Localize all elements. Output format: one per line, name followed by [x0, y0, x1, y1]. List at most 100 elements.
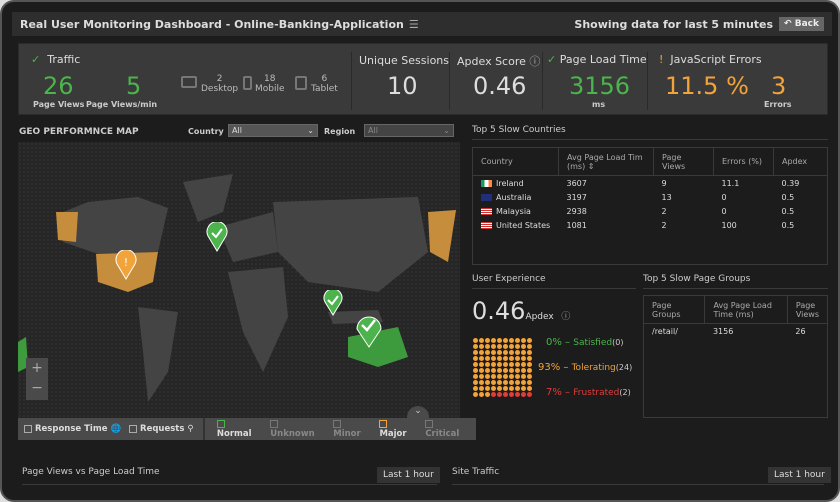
chevron-down-icon: ⌄: [443, 126, 450, 135]
satisfied-count: (0): [612, 338, 624, 347]
apdex-dot: [484, 379, 490, 385]
back-button[interactable]: ↶ Back: [779, 17, 824, 31]
table-row[interactable]: Ireland 3607 9 11.1 0.39: [473, 176, 828, 191]
satisfied-pct: 0%: [546, 337, 562, 348]
col-header[interactable]: Page Groups: [643, 295, 706, 324]
col-header[interactable]: Avg Page Load Tim (ms) ⇕: [558, 147, 654, 176]
apdex-dot: [514, 379, 520, 385]
page-views-chart-title: Page Views vs Page Load Time: [22, 467, 160, 477]
table-row[interactable]: Australia 3197 13 0 0.5: [473, 190, 828, 204]
chart1-range-button[interactable]: Last 1 hour: [377, 467, 440, 483]
table-cell: 26: [795, 326, 806, 336]
apdex-dot: [472, 373, 478, 379]
table-cell: /retail/: [652, 326, 678, 336]
apdex-dot: [502, 385, 508, 391]
apdex-dot: [520, 337, 526, 343]
apdex-dot: [496, 349, 502, 355]
australia-marker-icon[interactable]: [355, 312, 383, 348]
load-label: Page Load Time: [559, 53, 647, 66]
normal-label: Normal: [216, 429, 252, 439]
flag-icon: [481, 179, 492, 187]
world-map[interactable]: !: [18, 142, 460, 418]
kpi-panel: ✓ Traffic 26 Page Views 5 Page Views/min…: [18, 43, 828, 115]
col-header[interactable]: Errors (%): [713, 147, 774, 176]
col-header[interactable]: Avg Page Load Time (ms): [704, 295, 788, 324]
table-row[interactable]: United States 1081 2 100 0.5: [473, 218, 828, 232]
mobile-icon: [243, 76, 252, 90]
table-row[interactable]: Malaysia 2938 2 0 0.5: [473, 204, 828, 218]
apdex-dot: [526, 361, 532, 367]
tablet-icon: [295, 76, 307, 90]
major-filter[interactable]: Major: [379, 419, 417, 439]
apdex-dot: [526, 349, 532, 355]
globe-icon: 🌐: [110, 424, 122, 434]
apdex-dot: [520, 385, 526, 391]
info-icon[interactable]: ⓘ: [529, 55, 540, 68]
flag-icon: [481, 193, 492, 201]
apdex-dot: [514, 373, 520, 379]
table-cell: Ireland: [473, 176, 559, 191]
zoom-out-button[interactable]: −: [26, 378, 48, 398]
col-header[interactable]: Page Views: [653, 147, 714, 176]
apdex-dot: [526, 391, 532, 397]
col-header[interactable]: Country: [472, 147, 559, 176]
apdex-dot: [484, 349, 490, 355]
apdex-dot: [508, 379, 514, 385]
normal-filter[interactable]: Normal: [216, 419, 262, 439]
tablet-count: 6: [321, 74, 328, 84]
response-time-label: Response Time: [35, 424, 108, 434]
col-header[interactable]: Page Views: [787, 295, 828, 324]
cell-text: 3197: [566, 192, 587, 202]
apdex-dot: [526, 343, 532, 349]
critical-filter[interactable]: Critical: [425, 419, 470, 439]
requests-label: Requests: [140, 424, 185, 434]
table-cell: 0: [714, 190, 774, 204]
apdex-dot: [490, 367, 496, 373]
apdex-dot: [502, 343, 508, 349]
apdex-dot: [526, 337, 532, 343]
response-time-toggle[interactable]: Response Time 🌐: [24, 424, 121, 434]
apdex-dot: [502, 355, 508, 361]
col-header[interactable]: Apdex: [773, 147, 828, 176]
country-select[interactable]: All ⌄: [228, 124, 318, 137]
minor-filter[interactable]: Minor: [333, 419, 371, 439]
zoom-in-button[interactable]: +: [26, 358, 48, 378]
usa-warning-marker-icon[interactable]: !: [115, 250, 137, 280]
apdex-dot: [496, 337, 502, 343]
apdex-dot: [496, 355, 502, 361]
table-cell: 100: [714, 218, 774, 232]
cell-text: 0.5: [781, 220, 795, 230]
chart2-range-button[interactable]: Last 1 hour: [768, 467, 831, 483]
table-cell: 3197: [559, 190, 654, 204]
ireland-marker-icon[interactable]: [206, 222, 228, 252]
region-select[interactable]: All ⌄: [364, 124, 454, 137]
frustrated-label: Frustrated: [573, 388, 620, 398]
cell-text: 13: [661, 192, 672, 202]
apdex-dot: [472, 385, 478, 391]
warning-icon: !: [659, 53, 664, 66]
info-icon[interactable]: ⓘ: [561, 312, 570, 322]
apdex-dot: [496, 391, 502, 397]
js-errors-kpi: ! JavaScript Errors 11.5 % 3 Errors: [659, 44, 819, 116]
requests-toggle[interactable]: Requests ⚲: [129, 424, 194, 434]
apdex-dot: [484, 391, 490, 397]
table-row[interactable]: /retail/3156 26: [644, 324, 828, 339]
apdex-dot: [490, 337, 496, 343]
tolerating-count: (24): [615, 363, 633, 372]
apdex-dot: [520, 361, 526, 367]
unknown-filter[interactable]: Unknown: [270, 419, 325, 439]
slow-countries-title: Top 5 Slow Countries: [472, 125, 566, 135]
cell-text: 0.5: [781, 192, 795, 202]
cell-text: 0: [721, 192, 727, 202]
table-cell: Malaysia: [473, 204, 559, 218]
apdex-dot: [508, 361, 514, 367]
malaysia-marker-icon[interactable]: [323, 290, 343, 316]
apdex-dot: [484, 385, 490, 391]
apdex-dot: [514, 343, 520, 349]
apdex-dot: [490, 349, 496, 355]
apdex-dot-grid: [472, 337, 532, 397]
js-error-count: 3: [771, 72, 787, 100]
apdex-dot: [478, 373, 484, 379]
frustrated-pct: 7%: [546, 387, 562, 398]
apdex-dot: [490, 361, 496, 367]
